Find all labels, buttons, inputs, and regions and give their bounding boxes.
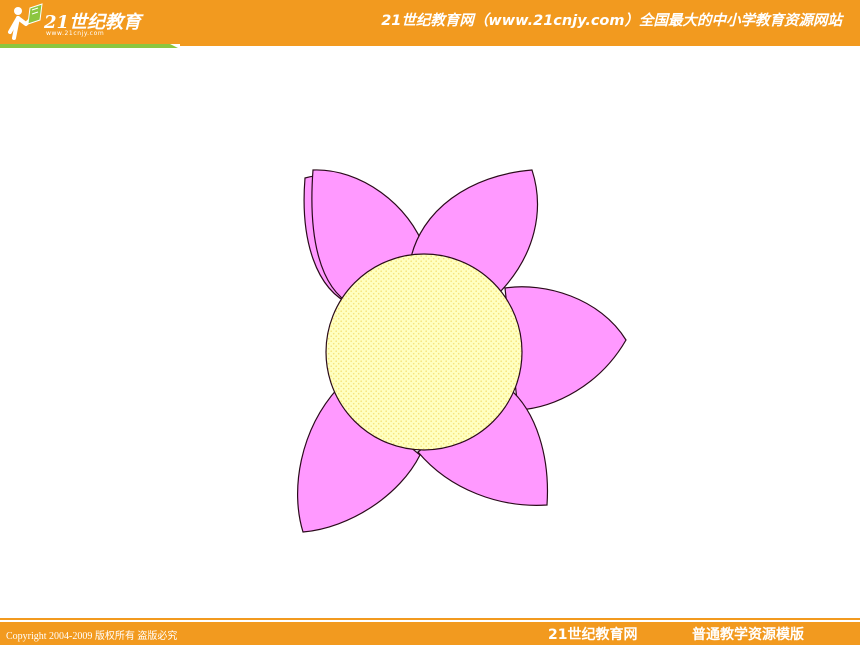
footer-copyright: Copyright 2004-2009 版权所有 盗版必究 bbox=[6, 631, 178, 642]
petal-right bbox=[504, 286, 627, 411]
footer-divider bbox=[0, 618, 860, 620]
flower-illustration bbox=[297, 169, 627, 533]
flower-center bbox=[325, 253, 523, 451]
footer-brand: 21世纪教育网 bbox=[548, 627, 638, 643]
footer-template-label: 普通教学资源模版 bbox=[692, 627, 804, 643]
